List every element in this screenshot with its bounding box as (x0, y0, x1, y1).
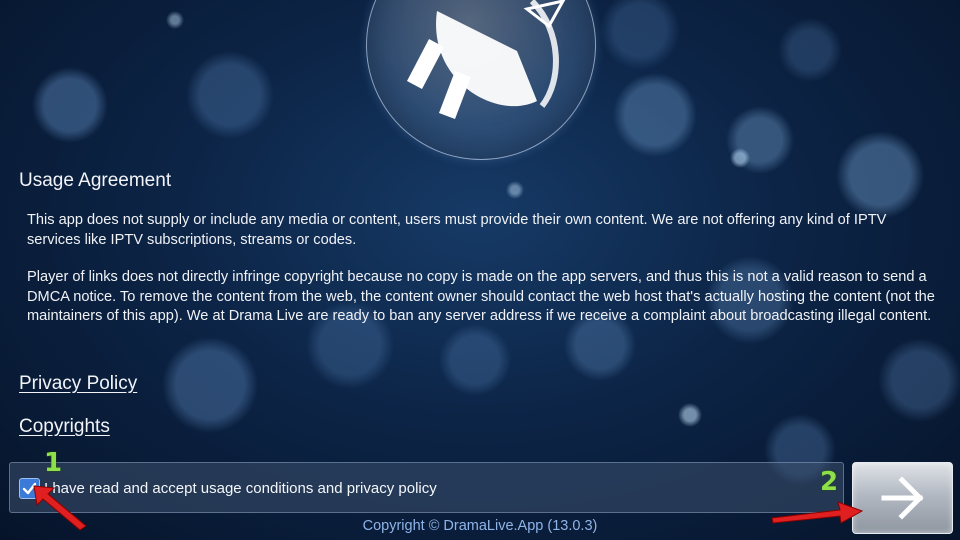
annotation-arrow-1 (33, 485, 87, 531)
accept-conditions-bar[interactable]: I have read and accept usage conditions … (9, 462, 844, 513)
agreement-paragraph-2: Player of links does not directly infrin… (27, 269, 935, 324)
annotation-arrow-2 (771, 501, 864, 524)
annotation-marker-2: 2 (820, 467, 839, 497)
accept-label[interactable]: I have read and accept usage conditions … (44, 480, 437, 497)
agreement-title: Usage Agreement (19, 170, 172, 191)
annotation-marker-1: 1 (44, 448, 63, 478)
copyrights-link[interactable]: Copyrights (19, 416, 110, 438)
arrow-right-icon (881, 476, 924, 520)
agreement-paragraph-1: This app does not supply or include any … (27, 212, 887, 248)
app-logo (366, 0, 596, 160)
privacy-policy-link[interactable]: Privacy Policy (19, 373, 137, 395)
plug-logo-icon (407, 0, 566, 119)
